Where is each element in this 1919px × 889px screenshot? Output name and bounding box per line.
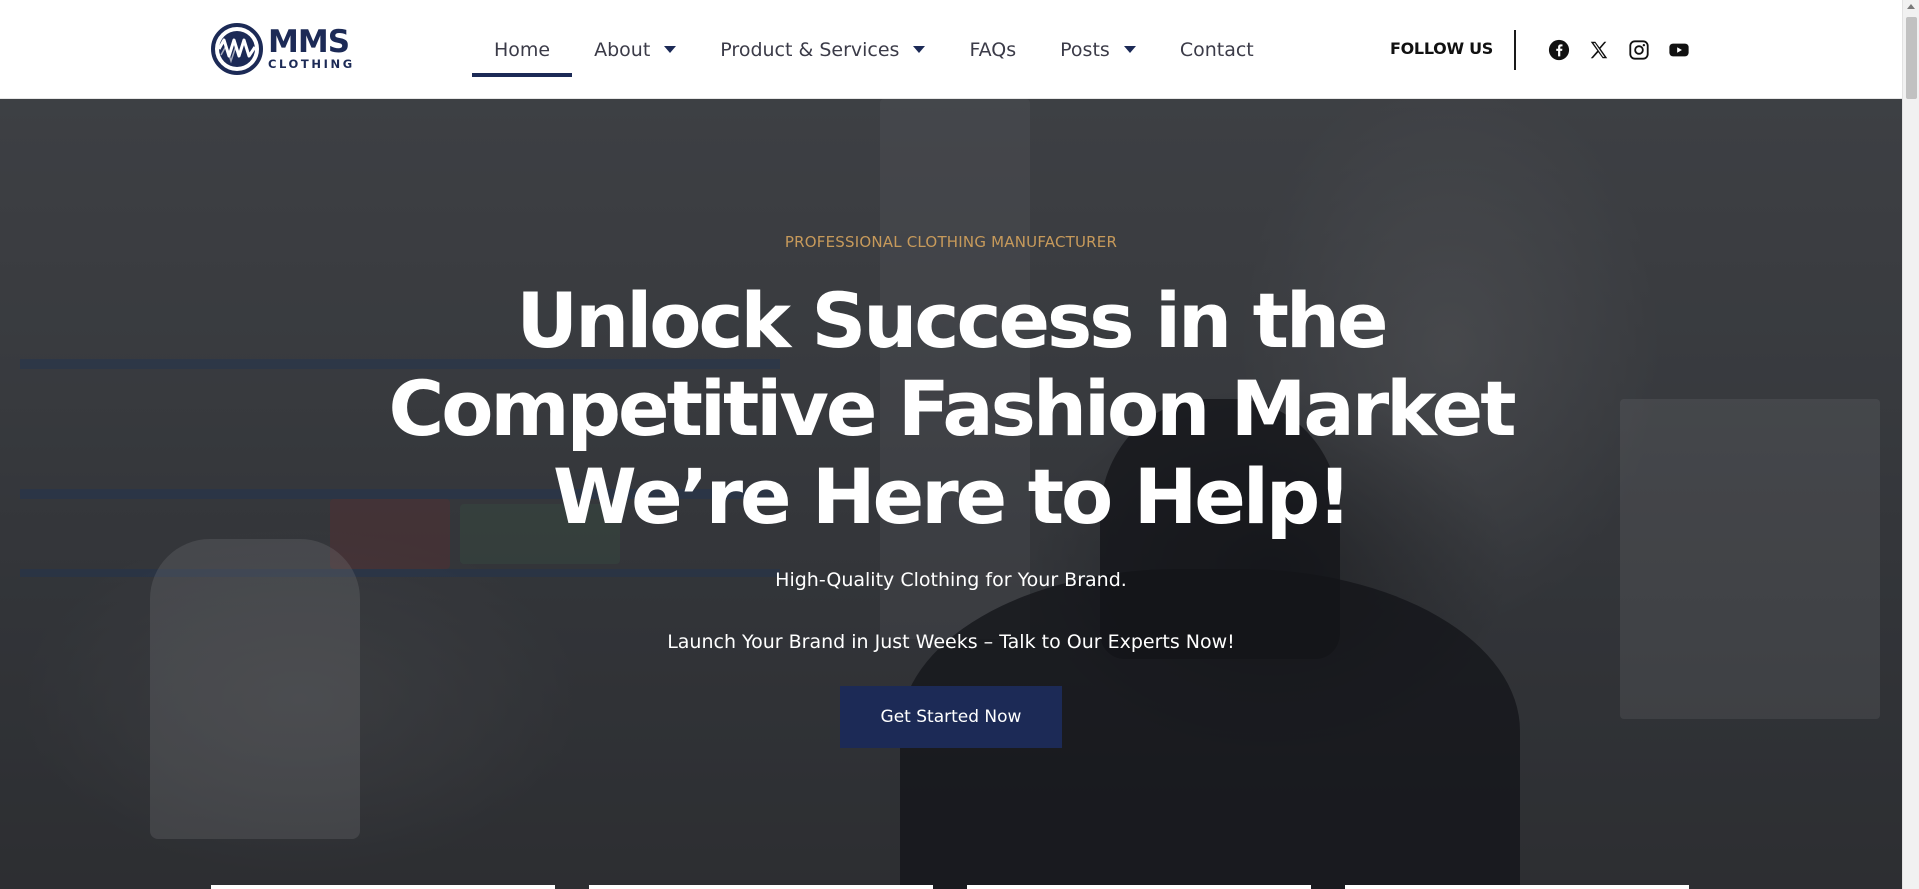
instagram-icon[interactable] — [1627, 38, 1651, 62]
nav-item-about[interactable]: About — [572, 0, 698, 99]
page-scrollbar[interactable] — [1902, 0, 1919, 889]
nav-label: About — [594, 38, 651, 61]
hero-section: PROFESSIONAL CLOTHING MANUFACTURER Unloc… — [0, 99, 1902, 889]
get-started-button[interactable]: Get Started Now — [840, 686, 1062, 748]
youtube-icon[interactable] — [1667, 38, 1691, 62]
logo-text-main: MMS — [268, 23, 350, 60]
caret-down-icon — [664, 46, 677, 53]
nav-label: Product & Services — [720, 38, 900, 61]
x-icon[interactable] — [1587, 38, 1611, 62]
hero-eyebrow: PROFESSIONAL CLOTHING MANUFACTURER — [784, 233, 1118, 251]
site-header: MMS CLOTHING Home About Product & Servic… — [0, 0, 1902, 99]
logo-mark-icon — [211, 23, 263, 75]
caret-down-icon — [913, 46, 926, 53]
follow-us-label: FOLLOW US — [1390, 39, 1493, 58]
nav-label: Home — [494, 38, 551, 61]
hero-headline-line: We’re Here to Help! — [553, 452, 1352, 541]
nav-item-faqs[interactable]: FAQs — [947, 0, 1038, 99]
nav-item-posts[interactable]: Posts — [1038, 0, 1158, 99]
main-nav: Home About Product & Services FAQs Posts… — [472, 0, 1276, 99]
hero-headline-line: Competitive Fashion Market — [388, 364, 1516, 453]
nav-item-product-services[interactable]: Product & Services — [698, 0, 947, 99]
nav-item-contact[interactable]: Contact — [1158, 0, 1276, 99]
hero-headline-line: Unlock Success in the — [516, 276, 1388, 365]
logo-text-sub: CLOTHING — [268, 56, 355, 71]
nav-label: Contact — [1179, 38, 1254, 61]
hero-headline: Unlock Success in the Competitive Fashio… — [0, 277, 1902, 541]
scrollbar-thumb[interactable] — [1906, 17, 1917, 99]
caret-down-icon — [1123, 46, 1136, 53]
feature-card-top — [211, 885, 555, 889]
facebook-icon[interactable] — [1547, 38, 1571, 62]
hero-tagline: Launch Your Brand in Just Weeks – Talk t… — [667, 631, 1235, 653]
nav-label: Posts — [1060, 38, 1110, 61]
logo[interactable]: MMS CLOTHING — [211, 23, 355, 75]
hero-subtitle: High-Quality Clothing for Your Brand. — [775, 569, 1127, 591]
feature-card-top — [589, 885, 933, 889]
feature-card-top — [967, 885, 1311, 889]
nav-item-home[interactable]: Home — [472, 0, 573, 99]
scroll-up-icon[interactable] — [1907, 4, 1915, 9]
nav-label: FAQs — [969, 38, 1017, 61]
feature-card-top — [1345, 885, 1689, 889]
header-divider — [1514, 30, 1516, 70]
